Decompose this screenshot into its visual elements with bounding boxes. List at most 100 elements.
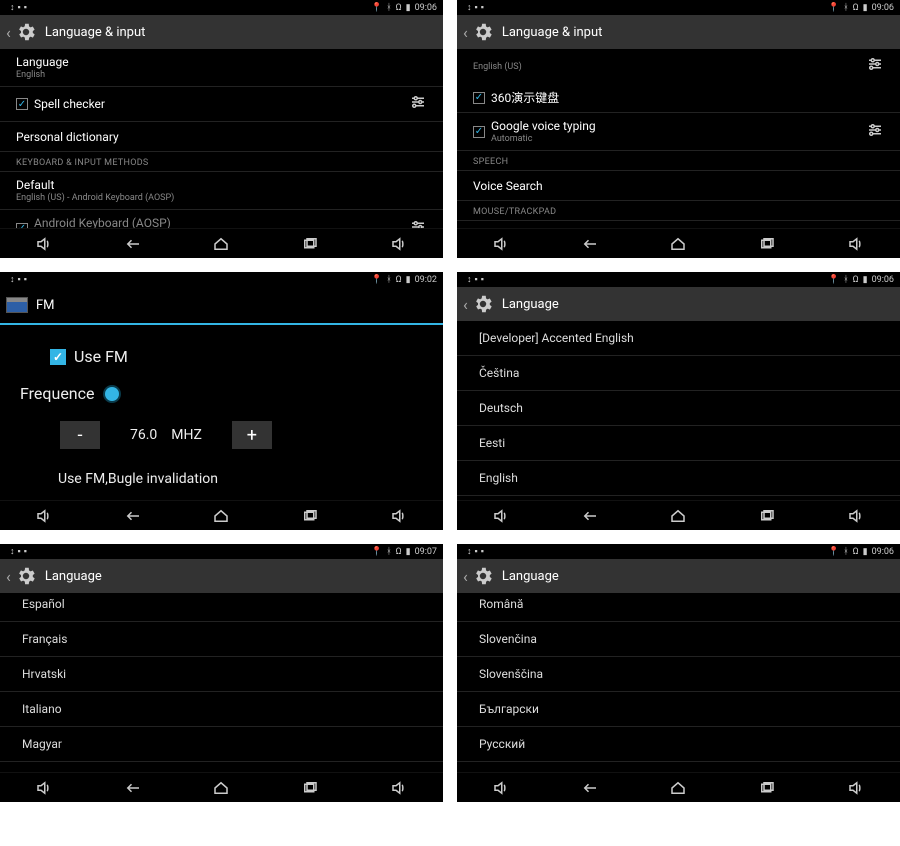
settings-list: LanguageEnglishSpell checker Personal dic… (0, 49, 443, 228)
language-option[interactable]: Slovenčina (457, 622, 900, 657)
recent-button[interactable] (290, 235, 330, 253)
fm-note: Use FM,Bugle invalidation (58, 471, 423, 487)
use-fm-row[interactable]: Use FM (50, 347, 423, 366)
recent-button[interactable] (290, 779, 330, 797)
back-button[interactable] (113, 235, 153, 253)
back-button[interactable] (113, 507, 153, 525)
setting-row[interactable]: LanguageEnglish (0, 49, 443, 87)
language-option[interactable]: Hrvatski (0, 657, 443, 692)
back-button[interactable] (570, 507, 610, 525)
freq-plus-button[interactable]: + (232, 421, 272, 449)
recent-button[interactable] (290, 507, 330, 525)
volume-down-button[interactable] (24, 779, 64, 797)
setting-row[interactable]: English (US) (457, 49, 900, 83)
volume-up-button[interactable] (379, 507, 419, 525)
volume-down-button[interactable] (24, 235, 64, 253)
volume-up-button[interactable] (836, 235, 876, 253)
language-option[interactable]: Български (457, 692, 900, 727)
content: English (US) 360演示键盘Google voice typingAu… (457, 49, 900, 228)
nav-bar (457, 772, 900, 802)
language-option[interactable]: Español (0, 593, 443, 622)
home-button[interactable] (658, 507, 698, 525)
setting-row-checkbox[interactable]: Android Keyboard (AOSP)English (US) (0, 210, 443, 228)
volume-up-button[interactable] (836, 779, 876, 797)
language-option[interactable]: Magyar (0, 727, 443, 762)
back-icon[interactable]: ‹ (6, 567, 11, 586)
language-option[interactable]: Polski (0, 762, 443, 772)
volume-up-button[interactable] (379, 779, 419, 797)
recent-button[interactable] (747, 507, 787, 525)
setting-row-checkbox[interactable]: Spell checker (0, 87, 443, 122)
signal-icon: ↕ (467, 274, 472, 285)
home-button[interactable] (201, 507, 241, 525)
back-button[interactable] (570, 235, 610, 253)
section-header: SPEECH (457, 151, 900, 171)
screen-2: ↕▪▪📍ᚼΩ▮09:06‹Language & inputEnglish (US… (457, 0, 900, 258)
settings-sliders-icon[interactable] (409, 93, 427, 115)
volume-down-button[interactable] (481, 235, 521, 253)
settings-sliders-icon[interactable] (866, 55, 884, 77)
volume-down-button[interactable] (24, 507, 64, 525)
content: Use FMFrequence-76.0MHZ+Use FM,Bugle inv… (0, 325, 443, 500)
checkbox[interactable] (50, 349, 66, 365)
setting-row[interactable]: Pointer speed (457, 221, 900, 228)
language-option[interactable]: Română (457, 593, 900, 622)
notif-icon: ▪ (475, 2, 478, 13)
row-subtitle: English (US) (473, 62, 522, 72)
volume-down-button[interactable] (481, 779, 521, 797)
headphones-icon: Ω (396, 547, 402, 557)
bluetooth-icon: ᚼ (843, 547, 848, 557)
home-button[interactable] (658, 235, 698, 253)
location-icon: 📍 (371, 547, 382, 557)
language-option[interactable]: Italiano (0, 692, 443, 727)
clock: 09:02 (415, 275, 437, 285)
battery-icon: ▮ (406, 547, 411, 557)
language-option[interactable]: Deutsch (457, 391, 900, 426)
setting-row-checkbox[interactable]: 360演示键盘 (457, 83, 900, 113)
back-button[interactable] (570, 779, 610, 797)
recent-button[interactable] (747, 235, 787, 253)
battery-icon: ▮ (863, 275, 868, 285)
notif-icon: ▪ (24, 274, 27, 285)
home-button[interactable] (201, 235, 241, 253)
app-header: ‹Language (0, 559, 443, 593)
setting-row[interactable]: Personal dictionary (0, 122, 443, 152)
settings-sliders-icon[interactable] (866, 121, 884, 143)
back-icon[interactable]: ‹ (463, 295, 468, 314)
checkbox[interactable] (473, 126, 485, 138)
freq-minus-button[interactable]: - (60, 421, 100, 449)
setting-row[interactable]: DefaultEnglish (US) - Android Keyboard (… (0, 172, 443, 210)
volume-up-button[interactable] (836, 507, 876, 525)
back-icon[interactable]: ‹ (463, 567, 468, 586)
home-button[interactable] (201, 779, 241, 797)
checkbox[interactable] (16, 98, 28, 110)
language-option[interactable]: Čeština (457, 356, 900, 391)
language-option[interactable]: Eesti (457, 426, 900, 461)
home-button[interactable] (658, 779, 698, 797)
recent-button[interactable] (747, 779, 787, 797)
checkbox[interactable] (473, 92, 485, 104)
language-option[interactable]: Français (0, 622, 443, 657)
language-option[interactable]: Русский (457, 727, 900, 762)
notif-icon: ▪ (24, 546, 27, 557)
settings-sliders-icon[interactable] (409, 218, 427, 229)
back-icon[interactable]: ‹ (6, 23, 11, 42)
row-title: Personal dictionary (16, 130, 119, 144)
volume-down-button[interactable] (481, 507, 521, 525)
volume-up-button[interactable] (379, 235, 419, 253)
back-button[interactable] (113, 779, 153, 797)
language-list: RomânăSlovenčinaSlovenščinaБългарскиРусс… (457, 593, 900, 772)
setting-row-checkbox[interactable]: Google voice typingAutomatic (457, 113, 900, 151)
screen-4: ↕▪▪📍ᚼΩ▮09:06‹Language[Developer] Accente… (457, 272, 900, 530)
back-icon[interactable]: ‹ (463, 23, 468, 42)
row-title: Default (16, 178, 174, 192)
language-option[interactable]: [Developer] Accented English (457, 321, 900, 356)
language-option[interactable]: English (457, 461, 900, 496)
nav-bar (0, 228, 443, 258)
language-option[interactable]: Slovenščina (457, 657, 900, 692)
headphones-icon: Ω (396, 275, 402, 285)
use-fm-label: Use FM (74, 347, 128, 366)
battery-icon: ▮ (863, 547, 868, 557)
language-option[interactable]: Српски (457, 762, 900, 772)
setting-row[interactable]: Voice Search (457, 171, 900, 201)
